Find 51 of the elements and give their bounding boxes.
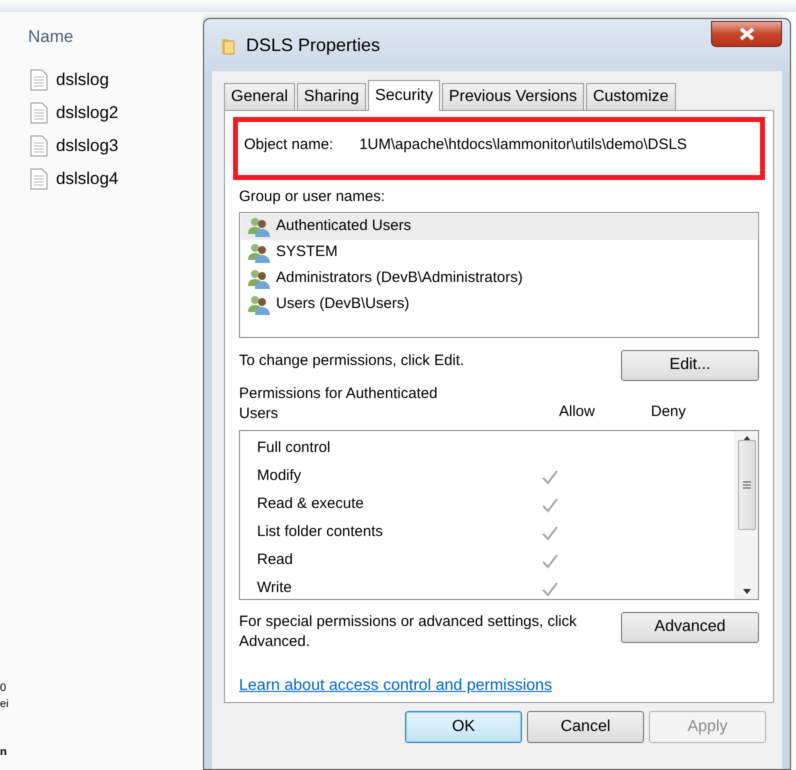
deny-header: Deny (650, 402, 686, 422)
dialog-button[interactable]: OK (405, 711, 522, 743)
permission-name: List folder contents (256, 522, 384, 542)
document-icon (30, 135, 48, 157)
permission-name: Read (256, 550, 294, 570)
change-permissions-text: To change permissions, click Edit. (239, 350, 464, 370)
file-name[interactable]: dslslog (56, 67, 109, 93)
group-list-label: Group or user names: (239, 187, 386, 207)
permission-name: Read & execute (256, 494, 365, 514)
tab[interactable]: General (224, 83, 295, 110)
grip-icon (742, 480, 750, 488)
list-item[interactable]: SYSTEM (241, 240, 757, 266)
scrollbar[interactable] (734, 430, 758, 598)
users-icon (247, 242, 273, 264)
help-link[interactable]: Learn about access control and permissions (239, 676, 552, 694)
cut-off-text: ei (0, 697, 9, 712)
cut-off-text: n (0, 745, 8, 760)
column-header[interactable]: Name (0, 24, 203, 50)
scroll-down-icon[interactable] (742, 588, 752, 594)
tab[interactable]: Previous Versions (442, 83, 584, 110)
window-title: DSLS Properties (246, 34, 380, 57)
dialog-button[interactable]: Cancel (527, 711, 644, 743)
tab[interactable]: Sharing (296, 83, 366, 110)
users-icon (247, 268, 273, 290)
file-name[interactable]: dslslog3 (56, 133, 118, 159)
object-name-label: Object name: (244, 135, 334, 155)
users-icon (247, 216, 273, 238)
permission-name: Modify (256, 466, 302, 486)
list-item[interactable]: Users (DevB\Users) (241, 292, 757, 318)
edit-button[interactable]: Edit... (621, 350, 759, 380)
permission-name: Write (256, 578, 293, 598)
users-icon (247, 294, 273, 316)
advanced-button[interactable]: Advanced (621, 612, 759, 642)
list-item[interactable]: Authenticated Users (241, 214, 757, 240)
permissions-label: Permissions for Authenticated Users (239, 384, 438, 424)
scroll-thumb[interactable] (738, 440, 756, 530)
advanced-settings-text: For special permissions or advanced settings, click Advanced. (239, 612, 578, 652)
close-button[interactable] (711, 21, 782, 47)
permission-name: Full control (256, 438, 332, 458)
file-name[interactable]: dslslog2 (56, 100, 118, 126)
tab[interactable]: Security (368, 80, 440, 111)
cut-off-text: 0 (0, 681, 8, 696)
list-item[interactable]: Administrators (DevB\Administrators) (241, 266, 757, 292)
allow-header: Allow (559, 402, 595, 422)
document-icon (30, 69, 48, 91)
document-icon (30, 102, 48, 124)
close-icon (738, 27, 756, 41)
tab[interactable]: Customize (586, 83, 676, 110)
file-name[interactable]: dslslog4 (56, 166, 118, 192)
object-name-value: 1UM\apache\htdocs\lammonitor\utils\demo\DSLS (359, 135, 687, 155)
document-icon (30, 168, 48, 190)
